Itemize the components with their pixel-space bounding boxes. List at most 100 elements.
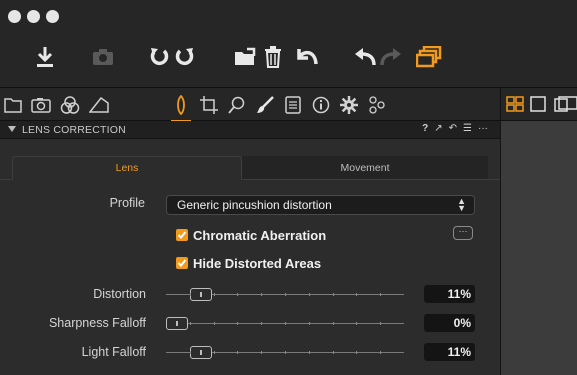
light-falloff-slider[interactable] [166, 346, 404, 359]
redo-icon [380, 48, 401, 66]
tab-settings[interactable] [336, 92, 362, 118]
tab-metadata[interactable] [280, 92, 306, 118]
lens-subtabs: Lens Movement [0, 156, 500, 180]
slider-tick [356, 322, 358, 325]
slider-tick [213, 293, 215, 296]
view-mode-bar [500, 88, 577, 121]
reset-icon[interactable]: ↶ [449, 123, 457, 134]
reset-adjustments-button[interactable] [292, 42, 322, 72]
distortion-value[interactable]: 11% [424, 285, 475, 303]
capture-button[interactable] [88, 42, 118, 72]
slider-tick [189, 322, 191, 325]
folder-icon [4, 98, 22, 113]
color-balance-icon [60, 96, 80, 114]
rotate-left-icon [150, 48, 169, 66]
slider-tick [332, 293, 334, 296]
tab-local-adjustments[interactable] [252, 92, 278, 118]
slider-tick [285, 351, 286, 354]
brush-icon [257, 96, 274, 113]
slider-tick [308, 351, 310, 354]
sharpness-falloff-slider-handle[interactable] [166, 317, 188, 330]
tab-crop[interactable] [196, 92, 222, 118]
main-toolbar [0, 30, 577, 88]
collapse-triangle-icon[interactable] [8, 126, 16, 132]
help-icon[interactable]: ? [422, 123, 428, 134]
distortion-slider[interactable] [166, 288, 404, 301]
tab-batch[interactable] [364, 92, 390, 118]
profile-label: Profile [109, 196, 145, 210]
slider-tick [213, 322, 215, 325]
import-button[interactable] [30, 42, 60, 72]
gear-icon [340, 96, 358, 114]
slider-tick [356, 293, 358, 296]
image-viewer[interactable] [500, 121, 577, 375]
variants-button[interactable] [414, 42, 444, 72]
zoom-window-button[interactable] [46, 10, 59, 23]
rotate-right-icon [175, 48, 194, 66]
light-falloff-slider-handle[interactable] [189, 346, 212, 359]
move-to-folder-button[interactable] [230, 42, 260, 72]
import-icon [37, 47, 53, 67]
lens-icon [177, 95, 185, 115]
tab-library[interactable] [0, 92, 26, 118]
distortion-slider-handle[interactable] [189, 288, 212, 301]
rotate-right-button[interactable] [170, 42, 200, 72]
light-falloff-label: Light Falloff [81, 345, 146, 359]
checkmark-icon [177, 259, 187, 267]
slider-tick [285, 293, 286, 296]
tab-exposure[interactable] [86, 92, 112, 118]
sharpness-falloff-slider[interactable] [166, 317, 404, 330]
slider-tick [237, 293, 239, 296]
tab-lens[interactable] [168, 92, 194, 122]
slider-tick [380, 322, 382, 325]
chromatic-aberration-more-button[interactable]: ··· [453, 226, 473, 240]
close-window-button[interactable] [8, 10, 21, 23]
hide-distorted-areas-checkbox[interactable] [176, 257, 188, 269]
info-icon [312, 96, 330, 114]
slider-tick [356, 351, 358, 354]
chromatic-aberration-checkbox[interactable] [176, 229, 188, 241]
slider-tick [189, 293, 191, 296]
slider-tick [261, 322, 263, 325]
undo-icon [355, 48, 376, 66]
exposure-icon [89, 97, 109, 113]
profile-value: Generic pincushion distortion [177, 198, 332, 212]
list-icon [285, 96, 301, 114]
minimize-window-button[interactable] [27, 10, 40, 23]
slider-tick [380, 293, 382, 296]
menu-icon[interactable]: ☰ [463, 123, 472, 134]
hide-distorted-areas-label: Hide Distorted Areas [193, 256, 322, 271]
trash-icon [265, 46, 281, 68]
panel-header-icons: ? ↗ ↶ ☰ ··· [422, 123, 488, 134]
stack-icon [416, 46, 442, 68]
slider-tick [332, 322, 334, 325]
more-icon[interactable]: ··· [478, 123, 488, 134]
crop-icon [200, 96, 218, 114]
sliders-icon [369, 96, 385, 114]
search-icon [228, 96, 245, 114]
panel-header[interactable]: LENS CORRECTION ? ↗ ↶ ☰ ··· [0, 121, 500, 139]
tab-focus[interactable] [224, 92, 250, 118]
camera-icon [93, 49, 113, 65]
copy-apply-icon[interactable]: ↗ [434, 123, 442, 134]
delete-button[interactable] [258, 42, 288, 72]
sharpness-falloff-value[interactable]: 0% [424, 314, 475, 332]
tab-info[interactable] [308, 92, 334, 118]
tab-color[interactable] [57, 92, 83, 118]
slider-tick [308, 293, 310, 296]
light-falloff-value[interactable]: 11% [424, 343, 475, 361]
panel-title: LENS CORRECTION [22, 124, 126, 136]
tool-tab-bar [0, 88, 500, 122]
tab-movement[interactable]: Movement [242, 156, 488, 180]
compare-view-icon[interactable] [554, 96, 577, 112]
tab-capture[interactable] [28, 92, 54, 118]
slider-tick [213, 351, 215, 354]
profile-select[interactable]: Generic pincushion distortion ▲ ▼ [166, 195, 475, 215]
slider-tick [261, 351, 263, 354]
single-view-icon[interactable] [530, 96, 546, 112]
chromatic-aberration-label: Chromatic Aberration [193, 228, 327, 243]
redo-button[interactable] [376, 42, 406, 72]
slider-tick [237, 322, 239, 325]
grid-view-icon[interactable] [506, 96, 524, 112]
tab-lens-sub[interactable]: Lens [12, 156, 242, 180]
